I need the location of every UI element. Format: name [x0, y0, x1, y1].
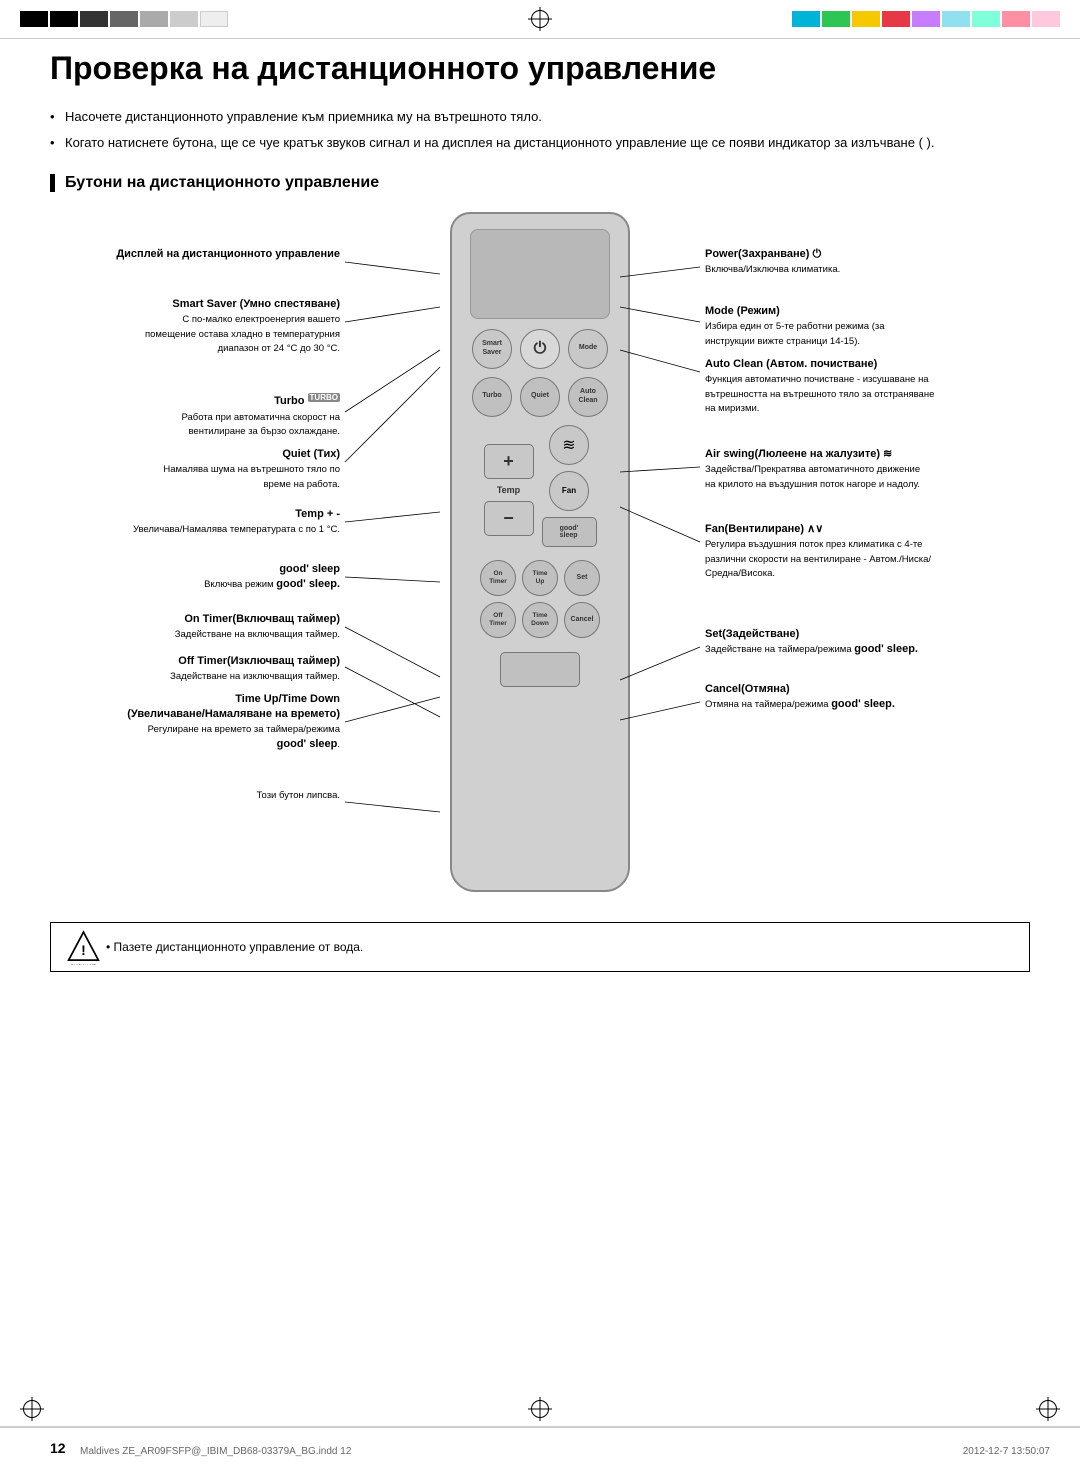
- svg-text:ВНИМАНИЕ: ВНИМАНИЕ: [71, 963, 96, 964]
- color-block-lred: [1002, 11, 1030, 27]
- set-button[interactable]: Set: [564, 560, 600, 596]
- label-turbo: Turbo TURBO Работа при автоматична скоро…: [50, 392, 340, 439]
- remote-display: [470, 229, 610, 319]
- temp-minus-button[interactable]: −: [484, 501, 534, 536]
- air-swing-button[interactable]: ≋: [549, 425, 589, 465]
- quiet-button[interactable]: Quiet: [520, 377, 560, 417]
- turbo-button[interactable]: Turbo: [472, 377, 512, 417]
- label-on-timer: On Timer(Включващ таймер) Задействане на…: [50, 612, 340, 642]
- registration-mark-bottom-center: [528, 1397, 552, 1421]
- date-info: 2012-12-7 13:50:07: [963, 1446, 1050, 1457]
- diagram-area: SmartSaver ⏻ Mode Turbo Quiet AutoClean …: [50, 212, 1030, 912]
- color-block-black: [20, 11, 48, 27]
- intro-bullets: Насочете дистанционното управление към п…: [50, 107, 1030, 154]
- file-info: Maldives ZE_AR09FSFP@_IBIM_DB68-03379A_B…: [80, 1446, 351, 1457]
- color-block-lighter: [170, 11, 198, 27]
- color-block-green: [822, 11, 850, 27]
- color-block-lightgray: [140, 11, 168, 27]
- warning-icon: ! ВНИМАНИЕ: [66, 929, 101, 964]
- label-temp: Temp + - Увеличава/Намалява температурат…: [50, 507, 340, 537]
- color-block-darkgray: [80, 11, 108, 27]
- button-row-1: SmartSaver ⏻ Mode: [462, 329, 618, 369]
- remote-control: SmartSaver ⏻ Mode Turbo Quiet AutoClean …: [450, 212, 630, 892]
- print-marks-bar: [0, 0, 1080, 38]
- good-sleep-button[interactable]: good'sleep: [542, 517, 597, 547]
- svg-text:!: !: [81, 941, 86, 957]
- color-block-yellow: [852, 11, 880, 27]
- top-border-line: [0, 38, 1080, 39]
- smart-saver-button[interactable]: SmartSaver: [472, 329, 512, 369]
- label-quiet: Quiet (Тих) Намалява шума на вътрешното …: [50, 447, 340, 492]
- temp-plus-button[interactable]: +: [484, 444, 534, 479]
- timer-row-2: OffTimer TimeDown Cancel: [462, 602, 618, 638]
- section-header: Бутони на дистанционното управление: [50, 174, 1030, 192]
- label-air-swing: Air swing(Люлеене на жалузите) ≋ Задейст…: [705, 447, 1030, 492]
- button-row-2: Turbo Quiet AutoClean: [462, 377, 618, 417]
- label-power: Power(Захранване) ⏻ Включва/Изключва кли…: [705, 247, 1030, 277]
- main-content: Проверка на дистанционното управление На…: [50, 50, 1030, 1416]
- mode-button[interactable]: Mode: [568, 329, 608, 369]
- time-up-button[interactable]: TimeUp: [522, 560, 558, 596]
- label-auto-clean: Auto Clean (Автом. почистване) Функция а…: [705, 357, 1030, 416]
- registration-mark-bottom-left: [20, 1397, 44, 1421]
- label-set: Set(Задействане) Задействане на таймера/…: [705, 627, 1030, 658]
- timer-row-1: OnTimer TimeUp Set: [462, 560, 618, 596]
- label-fan: Fan(Вентилиране) ∧∨ Регулира въздушния п…: [705, 522, 1030, 581]
- time-down-button[interactable]: TimeDown: [522, 602, 558, 638]
- label-display: Дисплей на дистанционното управление: [50, 247, 340, 262]
- bottom-button[interactable]: [500, 652, 580, 687]
- label-good-sleep: good' sleep Включва режим good' sleep.: [50, 562, 340, 593]
- temp-label: Temp: [497, 485, 520, 495]
- color-block-lgreen: [972, 11, 1000, 27]
- off-timer-button[interactable]: OffTimer: [480, 602, 516, 638]
- cancel-button[interactable]: Cancel: [564, 602, 600, 638]
- color-block-white: [200, 11, 228, 27]
- power-button[interactable]: ⏻: [520, 329, 560, 369]
- bottom-bar: Maldives ZE_AR09FSFP@_IBIM_DB68-03379A_B…: [0, 1426, 1080, 1476]
- label-mode: Mode (Режим) Избира един от 5-те работни…: [705, 304, 1030, 349]
- color-block-midgray: [110, 11, 138, 27]
- color-block-cyan: [792, 11, 820, 27]
- bullet-2: Когато натиснете бутона, ще се чуе кратъ…: [50, 133, 1030, 154]
- color-block-lblue: [942, 11, 970, 27]
- label-smart-saver: Smart Saver (Умно спестяване) С по-малко…: [50, 297, 340, 356]
- notice-box: ! ВНИМАНИЕ • Пазете дистанционното управ…: [50, 922, 1030, 972]
- color-block-black2: [50, 11, 78, 27]
- on-timer-button[interactable]: OnTimer: [480, 560, 516, 596]
- auto-clean-button[interactable]: AutoClean: [568, 377, 608, 417]
- fan-button[interactable]: Fan: [549, 471, 589, 511]
- bullet-1: Насочете дистанционното управление към п…: [50, 107, 1030, 128]
- cmyk-strip: [792, 11, 1080, 27]
- registration-mark-bottom-right: [1036, 1397, 1060, 1421]
- grayscale-strip: [0, 11, 228, 27]
- color-block-magenta: [912, 11, 940, 27]
- color-block-red: [882, 11, 910, 27]
- label-off-timer: Off Timer(Изключващ таймер) Задействане …: [50, 654, 340, 684]
- page-title: Проверка на дистанционното управление: [50, 50, 1030, 87]
- registration-mark-top: [528, 7, 552, 31]
- label-cancel: Cancel(Отмяна) Отмяна на таймера/режима …: [705, 682, 1030, 713]
- notice-text: • Пазете дистанционното управление от во…: [106, 940, 363, 954]
- label-time-up-down: Time Up/Time Down (Увеличаване/Намаляван…: [50, 692, 340, 753]
- label-missing-button: Този бутон липсва.: [50, 788, 340, 803]
- color-block-lpink: [1032, 11, 1060, 27]
